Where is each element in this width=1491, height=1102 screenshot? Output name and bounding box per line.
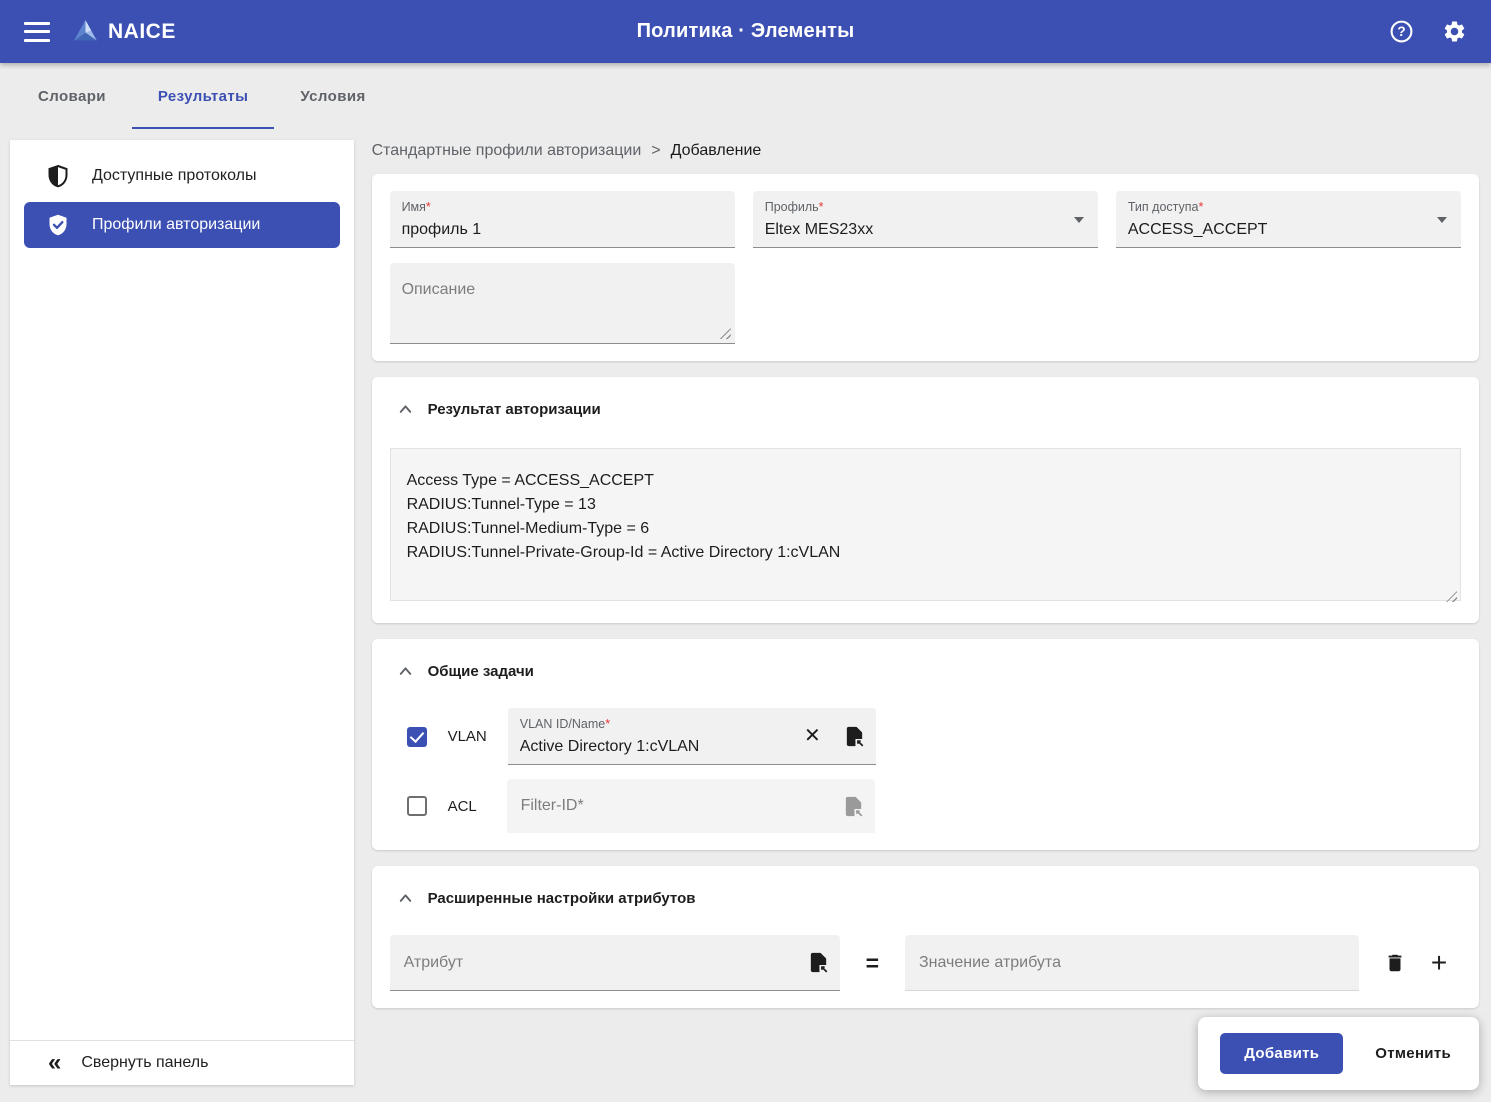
- breadcrumb-parent[interactable]: Стандартные профили авторизации: [372, 142, 642, 160]
- required-asterisk: *: [605, 717, 611, 731]
- equals-icon: =: [865, 949, 879, 976]
- attribute-input[interactable]: [401, 952, 788, 973]
- name-input[interactable]: [401, 221, 723, 239]
- dropdown-arrow-icon[interactable]: [1073, 217, 1084, 228]
- submit-button[interactable]: Добавить: [1220, 1033, 1344, 1074]
- app-bar: NAICE Политика · Элементы ?: [0, 0, 1491, 63]
- question-mark-icon: ?: [1397, 24, 1405, 39]
- gear-icon: [1444, 21, 1465, 42]
- description-field[interactable]: [389, 263, 735, 344]
- cancel-button[interactable]: Отменить: [1369, 1044, 1457, 1063]
- chevron-up-icon: [399, 894, 411, 902]
- tab-usloviya[interactable]: Условия: [274, 63, 391, 129]
- settings-button[interactable]: [1442, 19, 1467, 44]
- section-title: Общие задачи: [427, 663, 534, 680]
- profile-select-label: Профиль: [764, 200, 819, 214]
- sidebar-item-authorization-profiles[interactable]: Профили авторизации: [24, 202, 340, 248]
- file-open-icon: [846, 726, 864, 747]
- breadcrumb-current: Добавление: [670, 142, 762, 159]
- collapse-panel-button[interactable]: « Свернуть панель: [10, 1040, 354, 1085]
- attribute-row: = +: [389, 935, 1461, 991]
- tab-rezultaty[interactable]: Результаты: [131, 63, 275, 129]
- dropdown-arrow-icon[interactable]: [1436, 217, 1447, 228]
- chevron-up-icon: [399, 667, 411, 675]
- acl-task-row: ACL: [406, 779, 1461, 833]
- breadcrumb-separator-icon: >: [651, 142, 661, 159]
- sidebar: Доступные протоколы Профили авторизации …: [10, 140, 354, 1085]
- filter-id-field[interactable]: [506, 779, 875, 833]
- required-asterisk: *: [425, 200, 431, 214]
- main-content: Стандартные профили авторизации > Добавл…: [371, 142, 1479, 1024]
- common-tasks-card: Общие задачи VLAN VLAN ID/Name* ✕: [371, 639, 1479, 850]
- access-type-select-label: Тип доступа: [1127, 200, 1199, 214]
- collapse-section-button[interactable]: [396, 662, 415, 681]
- name-field-label: Имя: [401, 200, 426, 214]
- vlan-checkbox[interactable]: [406, 726, 427, 747]
- chevron-up-icon: [399, 405, 411, 413]
- profile-select[interactable]: Профиль* Eltex MES23xx: [752, 191, 1098, 248]
- collapse-panel-label: Свернуть панель: [81, 1054, 209, 1071]
- sidebar-item-available-protocols[interactable]: Доступные протоколы: [10, 152, 354, 200]
- required-asterisk: *: [1198, 200, 1204, 214]
- collapse-section-button[interactable]: [396, 400, 415, 419]
- filter-id-input[interactable]: [518, 796, 827, 816]
- delete-attribute-button[interactable]: [1373, 952, 1417, 974]
- vlan-id-input[interactable]: [519, 738, 770, 756]
- vlan-id-field-label: VLAN ID/Name: [519, 717, 606, 731]
- vlan-id-field[interactable]: VLAN ID/Name* ✕: [507, 708, 876, 765]
- collapse-section-button[interactable]: [396, 889, 415, 908]
- vlan-task-row: VLAN VLAN ID/Name* ✕: [406, 708, 1461, 765]
- attribute-value-field[interactable]: [905, 935, 1359, 991]
- description-textarea[interactable]: [389, 263, 735, 343]
- clear-icon[interactable]: ✕: [804, 726, 821, 746]
- double-chevron-left-icon: «: [48, 1049, 62, 1076]
- section-title: Результат авторизации: [427, 401, 601, 418]
- help-button[interactable]: ?: [1389, 19, 1414, 44]
- advanced-attributes-card: Расширенные настройки атрибутов Атрибут …: [371, 866, 1479, 1008]
- profile-form-card: Имя* Профиль* Eltex MES23xx Тип доступа*…: [371, 174, 1479, 361]
- pick-from-dictionary-button: [842, 795, 865, 818]
- acl-checkbox[interactable]: [406, 796, 427, 816]
- pick-from-dictionary-button[interactable]: [807, 951, 830, 974]
- form-actions: Добавить Отменить: [1198, 1017, 1479, 1090]
- access-type-select[interactable]: Тип доступа* ACCESS_ACCEPT: [1115, 191, 1461, 248]
- required-asterisk: *: [818, 200, 824, 214]
- profile-select-value: Eltex MES23xx: [764, 221, 874, 238]
- vlan-checkbox-label: VLAN: [447, 728, 487, 745]
- authorization-result-textarea[interactable]: Access Type = ACCESS_ACCEPT RADIUS:Tunne…: [389, 448, 1461, 601]
- naice-logo-icon: [72, 18, 99, 45]
- file-open-icon: [845, 796, 862, 817]
- page-title: Политика · Элементы: [636, 20, 855, 42]
- sidebar-item-label: Профили авторизации: [92, 216, 261, 233]
- attribute-field[interactable]: [389, 935, 840, 991]
- file-open-icon: [810, 952, 827, 973]
- breadcrumb: Стандартные профили авторизации > Добавл…: [372, 142, 1479, 160]
- menu-icon[interactable]: [24, 21, 50, 42]
- access-type-select-value: ACCESS_ACCEPT: [1127, 221, 1268, 238]
- section-title: Расширенные настройки атрибутов: [427, 890, 696, 907]
- shield-check-icon: [46, 213, 70, 237]
- top-tabs: Словари Результаты Условия: [0, 63, 1491, 129]
- trash-icon: [1388, 954, 1402, 972]
- attribute-value-input[interactable]: [917, 952, 1307, 973]
- brand: NAICE: [72, 18, 176, 45]
- acl-checkbox-label: ACL: [447, 797, 477, 815]
- brand-name: NAICE: [108, 19, 176, 43]
- shield-icon: [46, 164, 70, 188]
- plus-icon: +: [1430, 947, 1448, 978]
- tab-slovari[interactable]: Словари: [12, 63, 132, 129]
- authorization-result-card: Результат авторизации Access Type = ACCE…: [371, 377, 1479, 623]
- name-field[interactable]: Имя*: [389, 191, 735, 248]
- sidebar-item-label: Доступные протоколы: [92, 167, 257, 184]
- pick-from-dictionary-button[interactable]: [843, 725, 866, 748]
- add-attribute-button[interactable]: +: [1417, 949, 1461, 977]
